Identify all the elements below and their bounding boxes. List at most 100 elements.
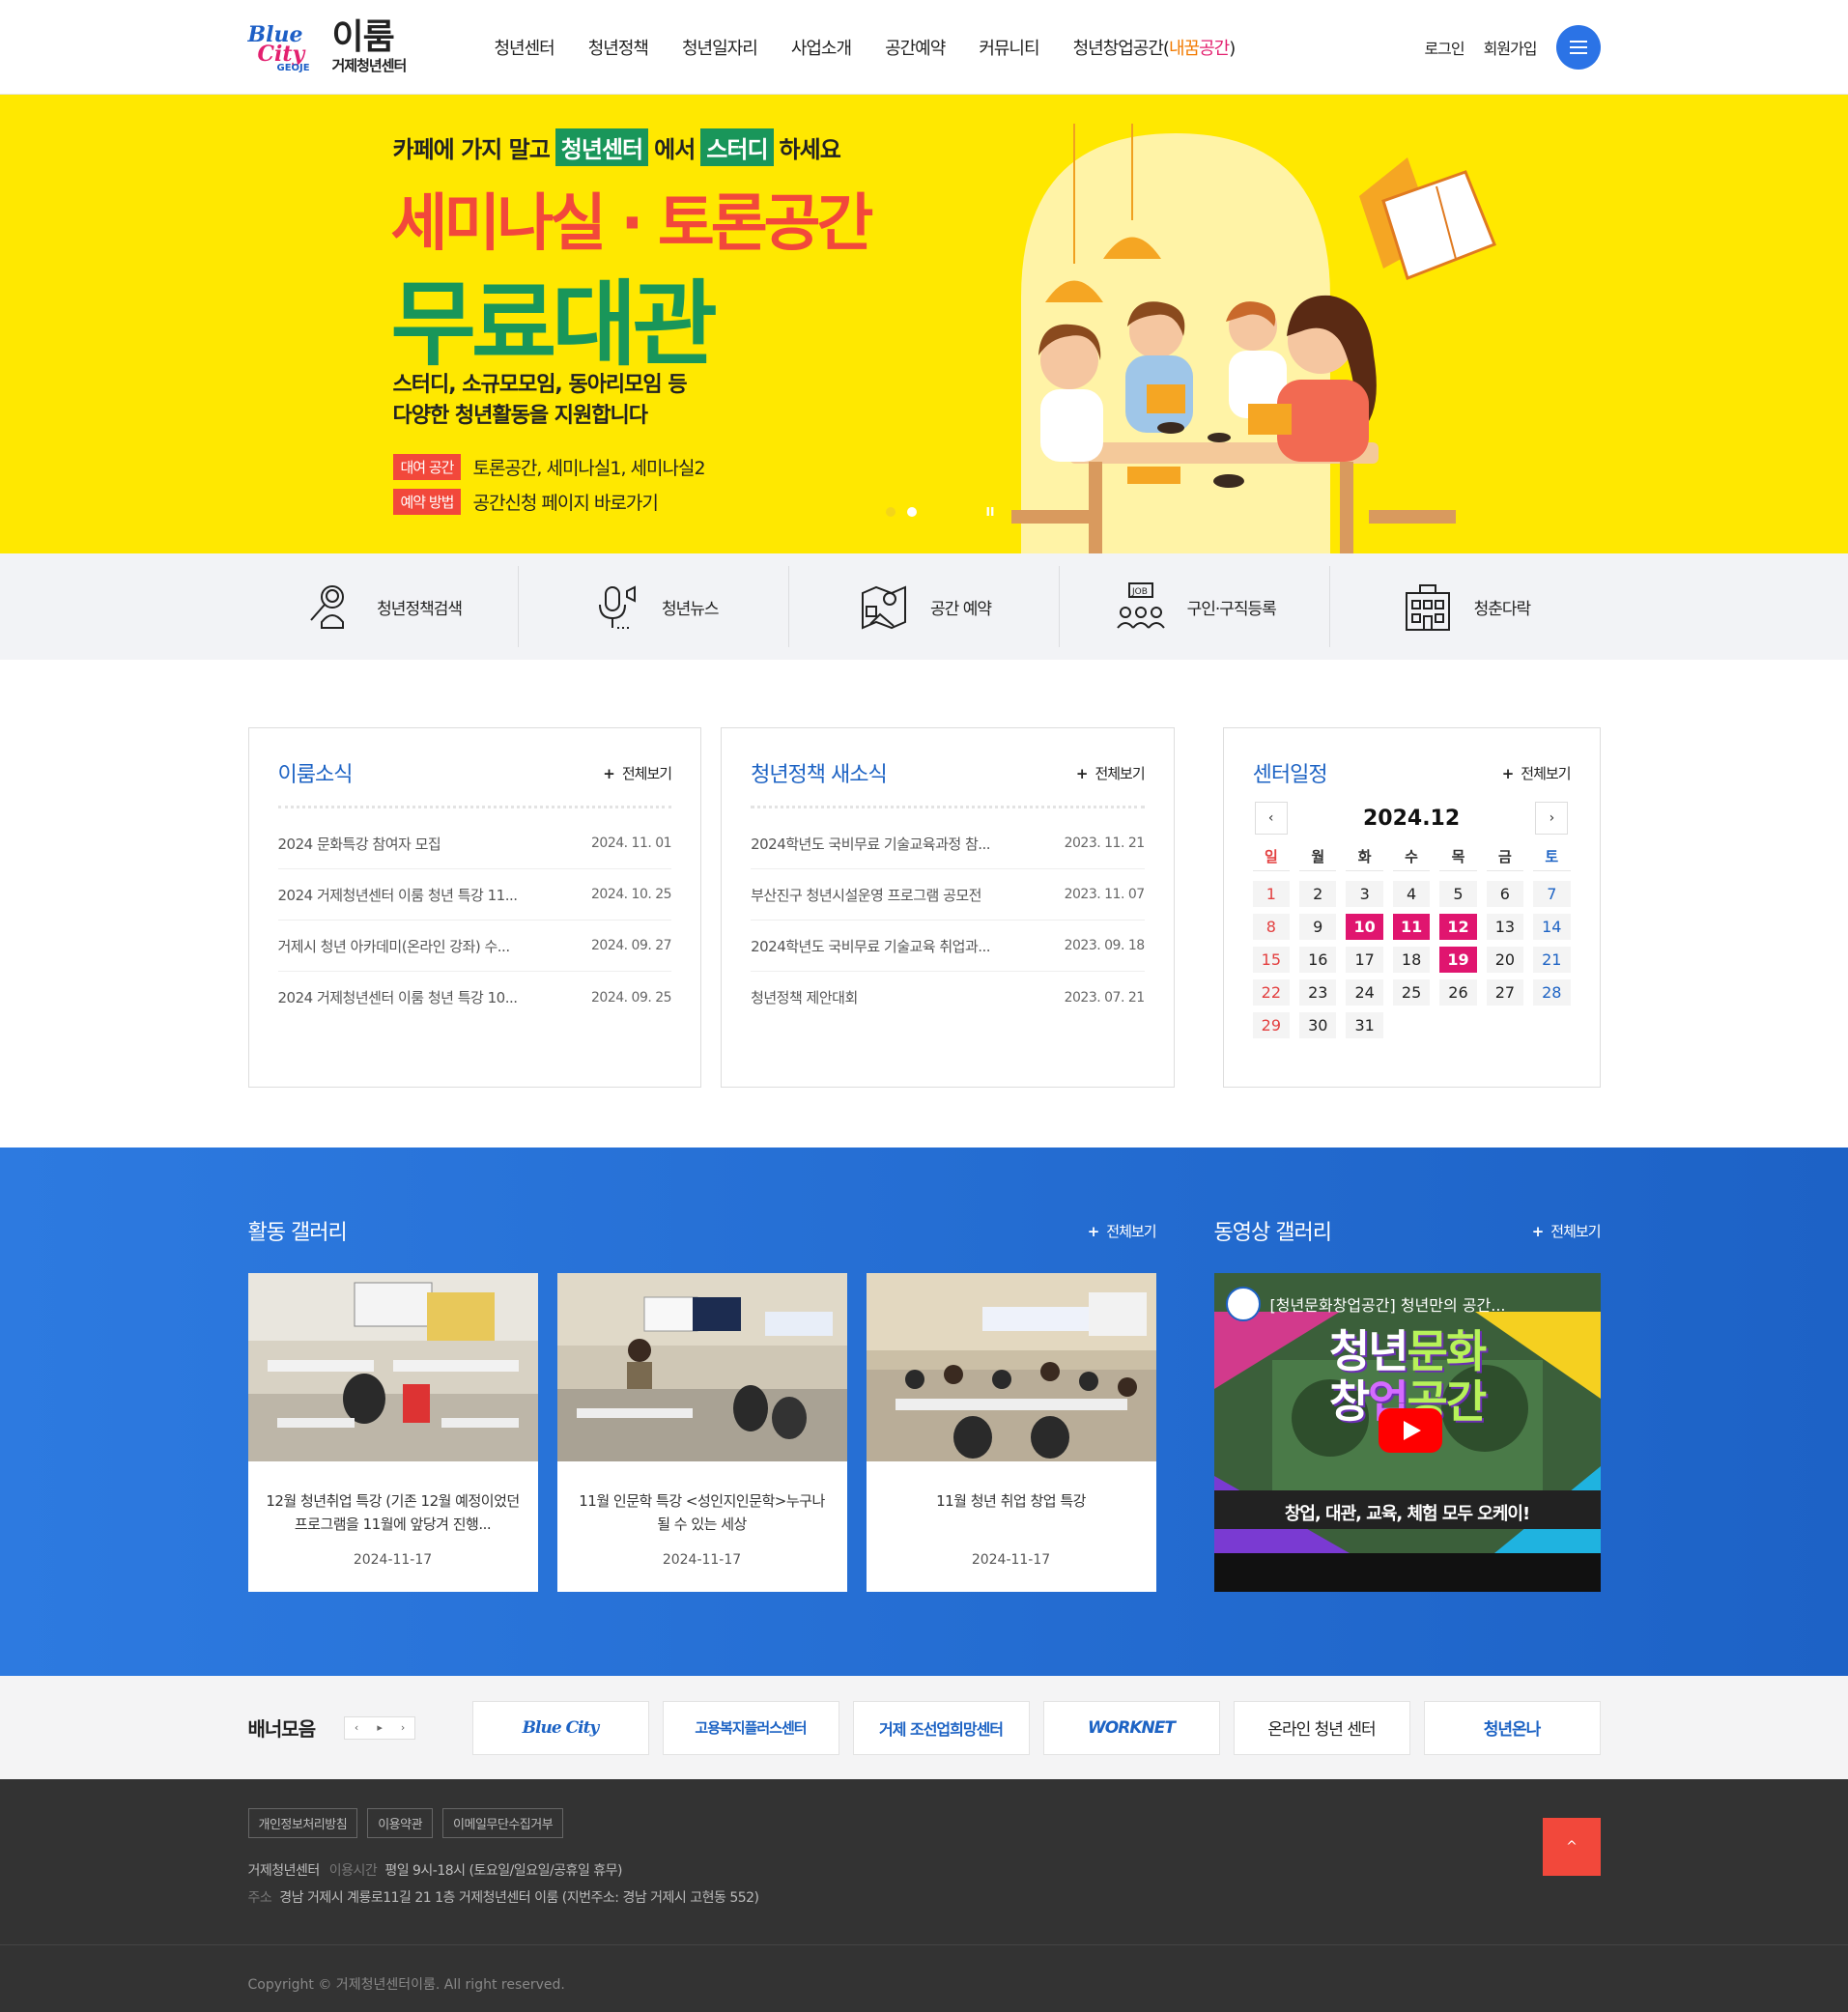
site-footer: 개인정보처리방침 이용약관 이메일무단수집거부 거제청년센터 이용시간 평일 9시-… xyxy=(0,1779,1848,2012)
footer-links: 개인정보처리방침 이용약관 이메일무단수집거부 xyxy=(247,1808,1601,1838)
quick-job-register[interactable]: JOB 구인·구직등록 xyxy=(1060,566,1331,647)
nav-startup-space[interactable]: 청년창업공간(내꿈공간) xyxy=(1073,35,1237,60)
list-item[interactable]: 거제시 청년 아카데미(온라인 강좌) 수... 2024. 09. 27 xyxy=(277,921,672,972)
calendar-day[interactable]: 22 xyxy=(1252,979,1291,1006)
gallery-card[interactable]: 11월 청년 취업 창업 특강 2024-11-17 xyxy=(866,1273,1156,1592)
calendar-day[interactable]: 15 xyxy=(1252,947,1291,973)
banner-online-youth-center[interactable]: 온라인 청년 센터 xyxy=(1233,1700,1410,1755)
calendar-day[interactable]: 29 xyxy=(1252,1012,1291,1038)
chevron-left-icon[interactable]: ‹ xyxy=(1254,802,1288,835)
list-item[interactable]: 2024 거제청년센터 이룸 청년 특강 10... 2024. 09. 25 xyxy=(278,972,672,1023)
calendar-day[interactable]: 30 xyxy=(1299,1012,1337,1038)
calendar-day[interactable]: 9 xyxy=(1299,914,1337,940)
list-item[interactable]: 부산진구 청년시설운영 프로그램 공모전 2023. 11. 07 xyxy=(751,869,1145,921)
calendar-day[interactable]: 25 xyxy=(1392,979,1431,1006)
pause-icon[interactable]: II xyxy=(986,505,995,519)
chevron-right-icon[interactable]: › xyxy=(391,1716,415,1739)
join-link[interactable]: 회원가입 xyxy=(1484,36,1538,59)
calendar-day[interactable]: 12 xyxy=(1439,914,1477,940)
calendar-day[interactable]: 19 xyxy=(1439,947,1477,973)
footer-address-label: 주소 xyxy=(247,1890,272,1906)
quick-youth-news[interactable]: 청년뉴스 xyxy=(519,566,789,647)
banner-worknet[interactable]: WORKNET xyxy=(1042,1700,1220,1755)
board-title: 이룸소식 xyxy=(277,763,354,787)
calendar-day[interactable]: 31 xyxy=(1346,1012,1383,1038)
video-gallery: 동영상 갤러리 + 전체보기 [청년문화창업공간] 청년만의 공간... 청년문화 xyxy=(1213,1215,1602,1592)
login-link[interactable]: 로그인 xyxy=(1424,36,1464,59)
quick-space-booking[interactable]: 공간 예약 xyxy=(789,566,1061,647)
chevron-right-icon[interactable]: › xyxy=(1535,802,1569,835)
calendar-day[interactable]: 11 xyxy=(1392,914,1431,940)
chevron-left-icon[interactable]: ‹ xyxy=(345,1716,369,1739)
nav-youth-center[interactable]: 청년센터 xyxy=(495,35,555,60)
list-item-title: 2024 문화특강 참여자 모집 xyxy=(277,835,441,853)
calendar-day[interactable]: 10 xyxy=(1346,914,1383,940)
calendar-day[interactable]: 4 xyxy=(1392,881,1431,907)
gallery-card[interactable]: 11월 인문학 특강 <성인지인문학>누구나 될 수 있는 세상 2024-11… xyxy=(556,1273,847,1592)
list-item[interactable]: 2024 거제청년센터 이룸 청년 특강 11... 2024. 10. 25 xyxy=(277,869,672,921)
list-item[interactable]: 2024학년도 국비무료 기술교육 취업과... 2023. 09. 18 xyxy=(751,921,1145,972)
policy-board: 청년정책 새소식 + 전체보기 2024학년도 국비무료 기술교육과정 참... 2… xyxy=(721,727,1175,1088)
nav-space-booking[interactable]: 공간예약 xyxy=(885,35,946,60)
nav-youth-jobs[interactable]: 청년일자리 xyxy=(682,35,758,60)
hero-description: 스터디, 소규모모임, 동아리모임 등 다양한 청년활동을 지원합니다 xyxy=(393,370,688,432)
microphone-icon xyxy=(599,585,637,629)
calendar-day[interactable]: 27 xyxy=(1486,979,1524,1006)
banner-youth-onna[interactable]: 청년온나 xyxy=(1423,1700,1601,1755)
calendar-day[interactable]: 5 xyxy=(1439,881,1477,907)
video-player[interactable]: [청년문화창업공간] 청년만의 공간... 청년문화 창업공간 창업, 대관, … xyxy=(1213,1273,1601,1592)
view-all-link[interactable]: + 전체보기 xyxy=(1532,1221,1602,1241)
gallery-photo xyxy=(247,1273,538,1461)
calendar-day[interactable]: 23 xyxy=(1299,979,1337,1006)
calendar-day[interactable]: 6 xyxy=(1486,881,1524,907)
calendar-day[interactable]: 3 xyxy=(1346,881,1383,907)
calendar-day[interactable]: 20 xyxy=(1486,947,1524,973)
banner-shipbuilding-hope[interactable]: 거제 조선업희망센터 xyxy=(852,1700,1030,1755)
scroll-top-button[interactable]: ^ xyxy=(1543,1818,1601,1876)
hero-dot-2[interactable] xyxy=(906,507,917,517)
calendar-day[interactable]: 18 xyxy=(1392,947,1431,973)
banner-employment-welfare[interactable]: 고용복지플러스센터 xyxy=(662,1700,839,1755)
calendar-day[interactable]: 14 xyxy=(1533,914,1571,940)
play-icon[interactable]: ▸ xyxy=(368,1716,392,1739)
nav-community[interactable]: 커뮤니티 xyxy=(979,35,1039,60)
play-icon[interactable] xyxy=(1378,1408,1442,1453)
email-refusal-link[interactable]: 이메일무단수집거부 xyxy=(442,1808,564,1838)
calendar-day[interactable]: 16 xyxy=(1299,947,1337,973)
hero-dot-1[interactable] xyxy=(885,507,896,517)
hero-tagline-a: 카페에 가지 말고 xyxy=(392,136,551,163)
calendar-day[interactable]: 2 xyxy=(1299,881,1337,907)
calendar-weekday: 목 xyxy=(1439,846,1477,871)
quick-youth-attic[interactable]: 청춘다락 xyxy=(1330,566,1600,647)
gallery-card[interactable]: 12월 청년취업 특강 (기존 12월 예정이었던 프로그램을 11월에 앞당겨… xyxy=(247,1273,538,1592)
calendar-day[interactable]: 7 xyxy=(1533,881,1571,907)
calendar-day[interactable]: 13 xyxy=(1486,914,1524,940)
calendar-day[interactable]: 17 xyxy=(1346,947,1383,973)
hero-info-value-method[interactable]: 공간신청 페이지 바로가기 xyxy=(472,489,658,515)
calendar-day[interactable]: 1 xyxy=(1252,881,1291,907)
list-item[interactable]: 2024 문화특강 참여자 모집 2024. 11. 01 xyxy=(277,818,672,869)
list-item[interactable]: 2024학년도 국비무료 기술교육과정 참... 2023. 11. 21 xyxy=(751,818,1145,869)
calendar-day[interactable]: 28 xyxy=(1533,979,1571,1006)
nav-business[interactable]: 사업소개 xyxy=(791,35,852,60)
view-all-link[interactable]: + 전체보기 xyxy=(603,763,672,783)
calendar-day[interactable]: 21 xyxy=(1533,947,1571,973)
calendar-day[interactable]: 8 xyxy=(1252,914,1291,940)
privacy-policy-link[interactable]: 개인정보처리방침 xyxy=(247,1808,358,1838)
nav-youth-policy[interactable]: 청년정책 xyxy=(588,35,649,60)
calendar-day[interactable]: 24 xyxy=(1346,979,1383,1006)
footer-address: 경남 거제시 계룡로11길 21 1층 거제청년센터 이룸 (지번주소: 경남 … xyxy=(279,1890,759,1906)
banner-blue-city[interactable]: Blue City xyxy=(471,1700,649,1755)
hero-tagline-c: 하세요 xyxy=(779,136,841,163)
news-list: 2024 문화특강 참여자 모집 2024. 11. 01 2024 거제청년센터… xyxy=(277,818,672,1023)
view-all-link[interactable]: + 전체보기 xyxy=(1088,1221,1157,1241)
view-all-link[interactable]: + 전체보기 xyxy=(1076,763,1146,783)
hamburger-icon[interactable] xyxy=(1555,25,1601,70)
quick-policy-search[interactable]: 청년정책검색 xyxy=(248,566,519,647)
terms-link[interactable]: 이용약관 xyxy=(367,1808,434,1838)
list-item[interactable]: 청년정책 제안대회 2023. 07. 21 xyxy=(751,972,1145,1023)
calendar-day[interactable]: 26 xyxy=(1439,979,1477,1006)
view-all-link[interactable]: + 전체보기 xyxy=(1502,763,1572,783)
hero-banner[interactable]: 카페에 가지 말고 청년센터 에서 스터디 하세요 세미나실 · 토론공간 무료… xyxy=(0,95,1848,553)
site-logo[interactable]: Blue City GEOJE 이룸 거제청년센터 xyxy=(248,19,495,75)
